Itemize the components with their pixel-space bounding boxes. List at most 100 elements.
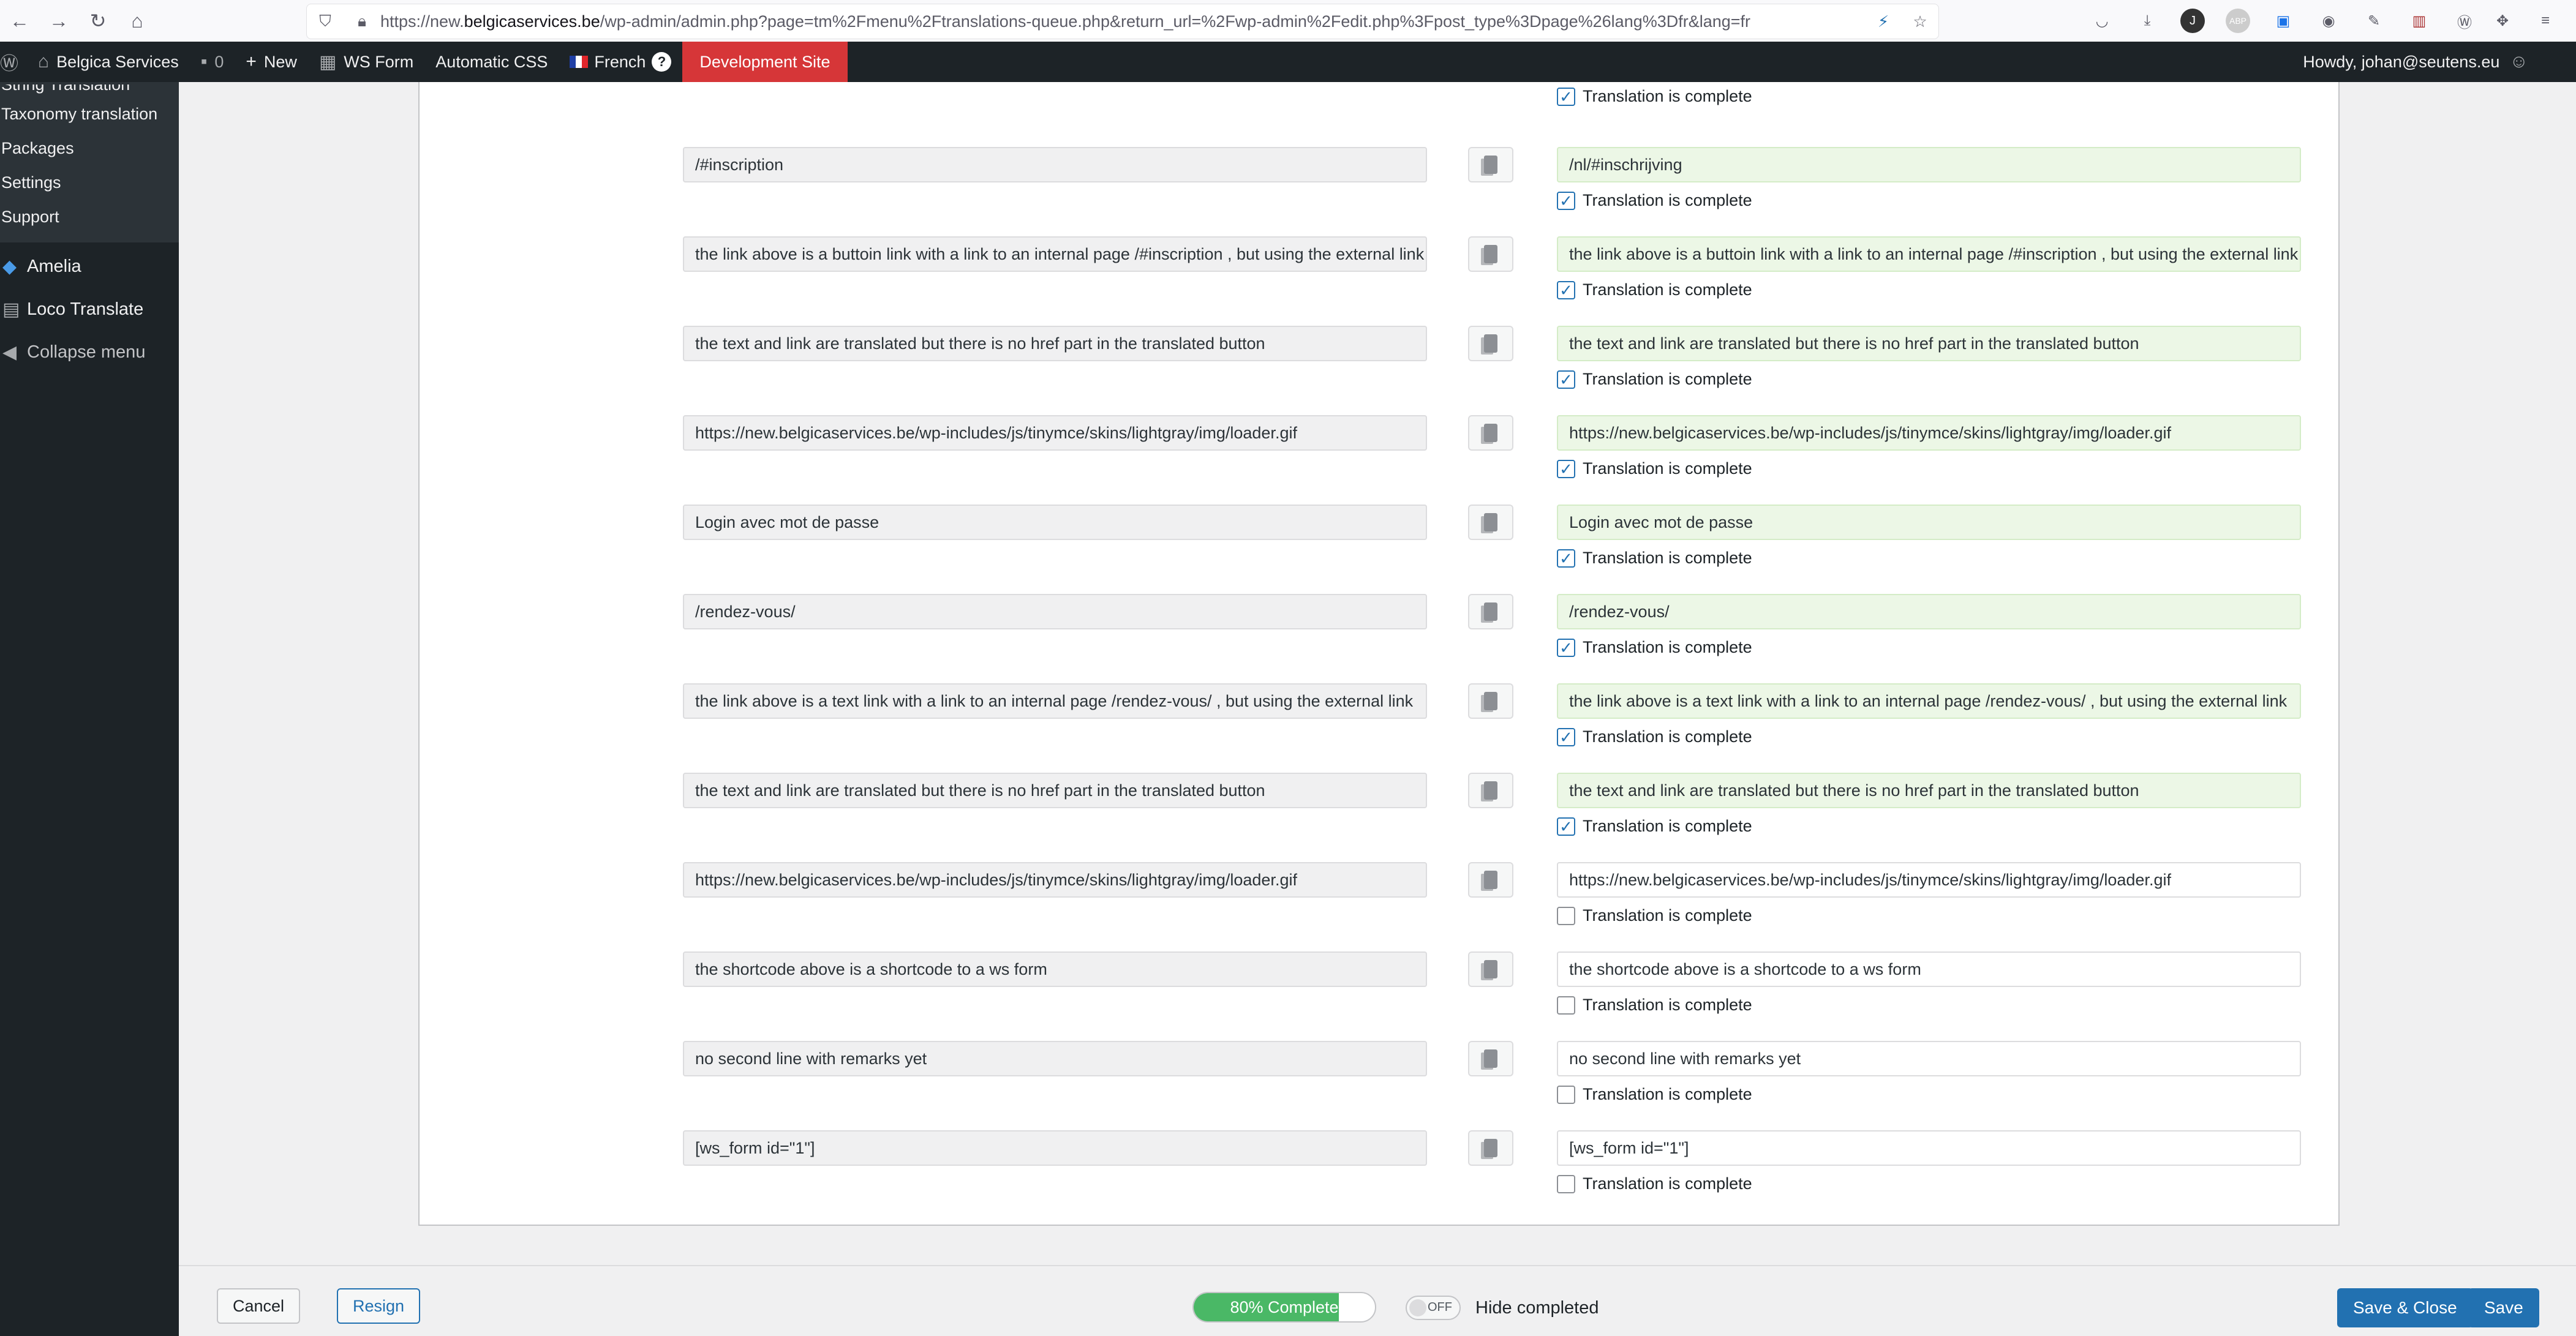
copy-icon <box>1484 1049 1497 1068</box>
browser-toolbar: ← → ↻ ⌂ ⛉ 🔒︎ https://new.belgicaservices… <box>0 0 2576 42</box>
extensions-icon[interactable]: ✥ <box>2490 9 2515 33</box>
wp-logo-icon[interactable]: Ⓦ <box>0 42 27 82</box>
translation-input[interactable]: https://new.belgicaservices.be/wp-includ… <box>1557 862 2301 898</box>
avatar-icon: ☺ <box>2509 51 2528 72</box>
collapse-icon: ◀ <box>2 342 17 362</box>
copy-original-button[interactable] <box>1468 594 1513 629</box>
complete-checkbox[interactable]: ✓ <box>1557 87 1575 106</box>
bookmark-star-icon[interactable]: ☆ <box>1902 12 1938 31</box>
copy-original-button[interactable] <box>1468 862 1513 898</box>
copy-original-button[interactable] <box>1468 1130 1513 1166</box>
sidebar-item-string-translation[interactable]: String Translation <box>0 84 179 97</box>
complete-checkbox[interactable] <box>1557 1174 1575 1193</box>
forward-icon[interactable]: → <box>39 0 78 42</box>
translation-input[interactable]: https://new.belgicaservices.be/wp-includ… <box>1557 415 2301 451</box>
save-button[interactable]: Save <box>2468 1288 2539 1327</box>
home-icon[interactable]: ⌂ <box>118 0 157 42</box>
copy-icon <box>1484 245 1497 263</box>
extension-circle-icon[interactable]: ◉ <box>2316 9 2341 33</box>
translation-row: Bricks (Button)/#inscription/nl/#inschri… <box>420 107 2341 210</box>
sidebar-item-settings[interactable]: Settings <box>0 165 179 200</box>
copy-original-button[interactable] <box>1468 147 1513 182</box>
copy-original-button[interactable] <box>1468 683 1513 719</box>
sidebar-item-support[interactable]: Support <box>0 200 179 234</box>
copy-original-button[interactable] <box>1468 1041 1513 1076</box>
plus-icon: + <box>246 51 257 72</box>
site-name-link[interactable]: ⌂ Belgica Services <box>27 42 190 82</box>
sidebar-item-taxonomy-translation[interactable]: Taxonomy translation <box>0 97 179 131</box>
translation-row: Bricks (Shortcode)[ws_form id="1"][ws_fo… <box>420 1090 2341 1193</box>
sidebar-item-packages[interactable]: Packages <box>0 131 179 165</box>
user-greeting[interactable]: Howdy, johan@seutens.eu ☺ <box>2292 42 2539 82</box>
development-site-badge[interactable]: Development Site <box>682 42 848 82</box>
pocket-icon[interactable]: ◡ <box>2090 9 2114 33</box>
back-icon[interactable]: ← <box>0 0 39 42</box>
translation-input[interactable]: /nl/#inschrijving <box>1557 147 2301 182</box>
original-text-field: the shortcode above is a shortcode to a … <box>683 951 1427 987</box>
home-icon: ⌂ <box>38 51 50 72</box>
sidebar-item-amelia[interactable]: ◆ Amelia <box>0 245 179 288</box>
original-text-field: /#inscription <box>683 147 1427 182</box>
translation-input[interactable]: the text and link are translated but the… <box>1557 773 2301 808</box>
extension-j-icon[interactable]: J <box>2180 9 2205 33</box>
wordpress-ext-icon[interactable]: Ⓦ <box>2452 9 2477 33</box>
url-text: https://new.belgicaservices.be/wp-admin/… <box>380 12 1751 31</box>
wsform-icon: ▦ <box>318 51 337 72</box>
loco-icon: ▤ <box>2 299 20 320</box>
translation-row: Bricks (Basic Text)the text and link are… <box>420 285 2341 389</box>
original-text-field: Login avec mot de passe <box>683 505 1427 540</box>
progress-label: 80% Complete <box>1230 1298 1339 1316</box>
copy-original-button[interactable] <box>1468 415 1513 451</box>
original-text-field: the link above is a text link with a lin… <box>683 683 1427 719</box>
wsform-link[interactable]: ▦ WS Form <box>308 42 424 82</box>
translation-input[interactable]: no second line with remarks yet <box>1557 1041 2301 1076</box>
extension-brush-icon[interactable]: ✎ <box>2362 9 2386 33</box>
address-bar[interactable]: ⛉ 🔒︎ https://new.belgicaservices.be/wp-a… <box>306 4 1939 39</box>
extension-badge-icon[interactable]: ▣ <box>2271 9 2295 33</box>
translation-input[interactable]: the text and link are translated but the… <box>1557 326 2301 361</box>
copy-original-button[interactable] <box>1468 773 1513 808</box>
save-close-button[interactable]: Save & Close <box>2337 1288 2473 1327</box>
adblock-icon[interactable]: ABP <box>2226 9 2250 33</box>
translation-input[interactable]: the link above is a buttoin link with a … <box>1557 236 2301 272</box>
reload-icon[interactable]: ↻ <box>78 0 118 42</box>
copy-icon <box>1484 1139 1497 1157</box>
copy-icon <box>1484 781 1497 800</box>
translation-input[interactable]: Login avec mot de passe <box>1557 505 2301 540</box>
menu-icon[interactable]: ≡ <box>2533 9 2558 33</box>
wp-admin-bar: Ⓦ ⌂ Belgica Services ▪ 0 + New ▦ WS Form Aut… <box>0 42 2576 82</box>
hide-completed-toggle[interactable]: OFF <box>1406 1296 1461 1320</box>
translation-input[interactable]: /rendez-vous/ <box>1557 594 2301 629</box>
sidebar-item-loco-translate[interactable]: ▤ Loco Translate <box>0 288 179 331</box>
extension-book-icon[interactable]: ▥ <box>2407 9 2431 33</box>
hide-completed-label: Hide completed <box>1475 1298 1599 1318</box>
translation-input[interactable]: the link above is a text link with a lin… <box>1557 683 2301 719</box>
original-text-field: [ws_form id="1"] <box>683 1130 1427 1166</box>
editor-footer: Cancel Resign 80% Complete OFF Hide comp… <box>179 1265 2576 1336</box>
translation-row: Bricks (Div)https://new.belgicaservices.… <box>420 375 2341 478</box>
copy-original-button[interactable] <box>1468 236 1513 272</box>
copy-original-button[interactable] <box>1468 505 1513 540</box>
lightning-icon[interactable]: ⚡︎ <box>1865 12 1902 31</box>
translation-row: Bricks (Basic Text)the text and link are… <box>420 732 2341 836</box>
translation-row: Bricks (Text link)/rendez-vous//rendez-v… <box>420 554 2341 657</box>
complete-checkbox-row: Translation is complete <box>1557 1174 1752 1193</box>
toggle-state-label: OFF <box>1428 1300 1452 1314</box>
translation-input[interactable]: [ws_form id="1"] <box>1557 1130 2301 1166</box>
collapse-menu-button[interactable]: ◀ Collapse menu <box>0 331 179 373</box>
copy-original-button[interactable] <box>1468 951 1513 987</box>
automatic-css-link[interactable]: Automatic CSS <box>424 42 559 82</box>
toggle-knob <box>1409 1299 1426 1316</box>
copy-original-button[interactable] <box>1468 326 1513 361</box>
new-content-link[interactable]: + New <box>235 42 308 82</box>
comments-link[interactable]: ▪ 0 <box>190 42 235 82</box>
downloads-icon[interactable]: ⤓ <box>2135 9 2160 33</box>
original-text-field: https://new.belgicaservices.be/wp-includ… <box>683 862 1427 898</box>
resign-button[interactable]: Resign <box>337 1288 421 1324</box>
translation-input[interactable]: the shortcode above is a shortcode to a … <box>1557 951 2301 987</box>
original-text-field: the text and link are translated but the… <box>683 326 1427 361</box>
copy-icon <box>1484 156 1497 174</box>
language-switcher[interactable]: French? <box>559 42 682 82</box>
original-text-field: /rendez-vous/ <box>683 594 1427 629</box>
cancel-button[interactable]: Cancel <box>217 1288 301 1324</box>
